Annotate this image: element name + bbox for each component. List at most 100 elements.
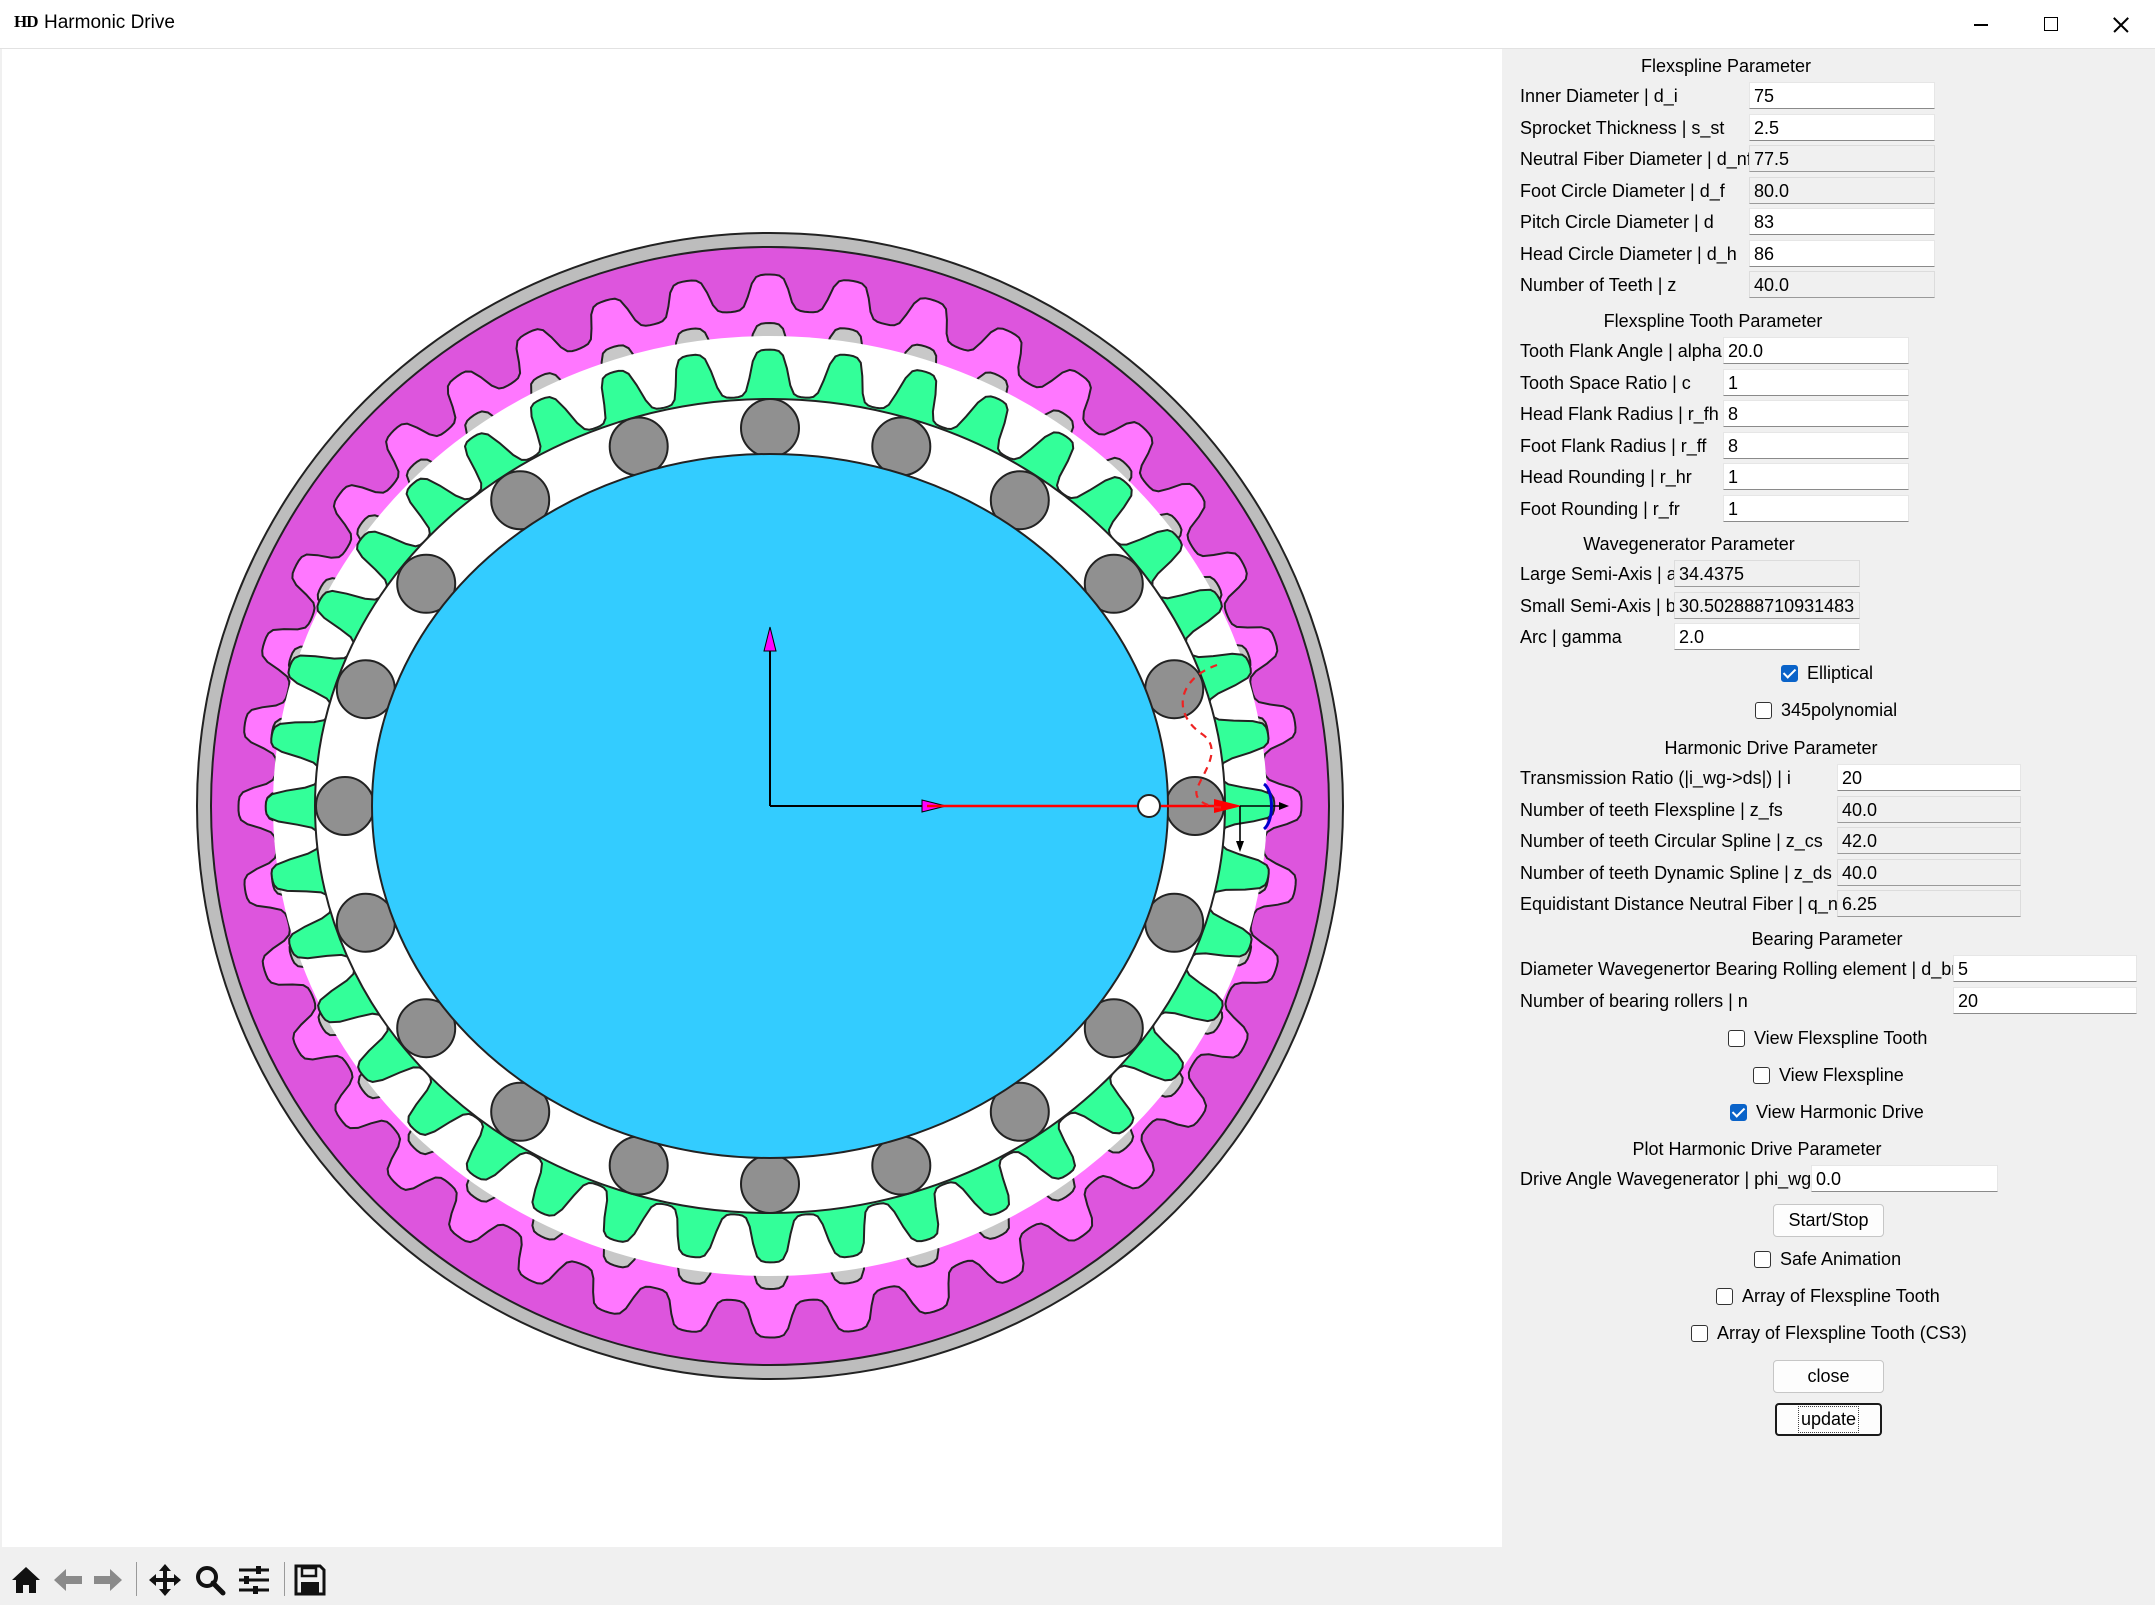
bearing-roller [335, 659, 396, 720]
bearing-roller [740, 1154, 800, 1214]
view-flexspline-checkbox[interactable]: View Flexspline [1753, 1065, 1904, 1086]
view-flexspline-label: View Flexspline [1779, 1065, 1904, 1085]
polynomial-label: 345polynomial [1781, 700, 1898, 720]
plot-canvas[interactable] [2, 49, 1502, 1547]
save-floppy-icon[interactable] [292, 1562, 328, 1598]
elliptical-check[interactable] [1781, 665, 1798, 682]
polynomial-check[interactable] [1755, 702, 1772, 719]
bearing-roller [1144, 892, 1205, 953]
view-flexspline-tooth-checkbox[interactable]: View Flexspline Tooth [1728, 1028, 1927, 1049]
minimize-button[interactable] [1945, 0, 2015, 48]
tooth-field-1[interactable]: 1 [1723, 369, 1909, 396]
toolbar-separator [284, 1562, 285, 1596]
close-label: close [1807, 1366, 1850, 1386]
home-icon[interactable] [8, 1562, 44, 1598]
array-flexspline-tooth-check[interactable] [1716, 1288, 1733, 1305]
bearing-field-0[interactable]: 5 [1953, 955, 2137, 982]
parameter-panel: Flexspline Parameter Flexspline Tooth Pa… [1505, 49, 2155, 1549]
toolbar-separator [136, 1562, 137, 1596]
zoom-magnifier-icon[interactable] [192, 1562, 228, 1598]
hd-field-3[interactable]: 40.0 [1837, 859, 2021, 886]
array-flexspline-tooth-cs3-check[interactable] [1691, 1325, 1708, 1342]
update-label: update [1797, 1406, 1860, 1433]
hd-field-1[interactable]: 40.0 [1837, 796, 2021, 823]
back-arrow-icon[interactable] [50, 1562, 86, 1598]
flexspline-field-4[interactable]: 83 [1749, 208, 1935, 235]
plot-parameter-heading: Plot Harmonic Drive Parameter [1632, 1139, 1882, 1159]
close-button[interactable]: close [1773, 1360, 1884, 1393]
flexspline-field-0[interactable]: 75 [1749, 82, 1935, 109]
tooth-field-0[interactable]: 20.0 [1723, 337, 1909, 364]
start-stop-button[interactable]: Start/Stop [1773, 1204, 1884, 1237]
array-flexspline-tooth-label: Array of Flexspline Tooth [1742, 1286, 1940, 1306]
bearing-roller [871, 1135, 932, 1196]
array-flexspline-tooth-checkbox[interactable]: Array of Flexspline Tooth [1716, 1286, 1940, 1307]
tooth-label-5: Foot Rounding | r_fr [1520, 499, 1680, 519]
flexspline-field-3[interactable]: 80.0 [1749, 177, 1935, 204]
elliptical-checkbox[interactable]: Elliptical [1781, 663, 1873, 684]
bearing-roller [740, 398, 800, 458]
view-flexspline-tooth-label: View Flexspline Tooth [1754, 1028, 1928, 1048]
flexspline-label-0: Inner Diameter | d_i [1520, 86, 1678, 106]
flexspline-field-5[interactable]: 86 [1749, 240, 1935, 267]
hd-label-0: Transmission Ratio (|i_wg->ds|) | i [1520, 768, 1791, 788]
bearing-roller [608, 1135, 669, 1196]
bearing-roller [608, 416, 669, 477]
harmonic-drive-drawing [196, 232, 1344, 1380]
bearing-roller [335, 892, 396, 953]
tooth-field-2[interactable]: 8 [1723, 400, 1909, 427]
forward-arrow-icon[interactable] [90, 1562, 126, 1598]
hd-field-4[interactable]: 6.25 [1837, 890, 2021, 917]
bearing-roller [1144, 659, 1205, 720]
flexspline-label-2: Neutral Fiber Diameter | d_nf [1520, 149, 1752, 169]
bearing-field-1[interactable]: 20 [1953, 987, 2137, 1014]
flexspline-field-1[interactable]: 2.5 [1749, 114, 1935, 141]
tooth-label-0: Tooth Flank Angle | alpha [1520, 341, 1722, 361]
flexspline-label-3: Foot Circle Diameter | d_f [1520, 181, 1725, 201]
tooth-field-5[interactable]: 1 [1723, 495, 1909, 522]
tooth-label-1: Tooth Space Ratio | c [1520, 373, 1691, 393]
wavegen-field-1[interactable]: 30.502888710931483 [1674, 592, 1860, 619]
harmonic-drive-heading: Harmonic Drive Parameter [1664, 738, 1878, 758]
safe-animation-check[interactable] [1754, 1251, 1771, 1268]
wavegen-label-1: Small Semi-Axis | b [1520, 596, 1676, 616]
view-harmonic-drive-label: View Harmonic Drive [1756, 1102, 1924, 1122]
bearing-label-1: Number of bearing rollers | n [1520, 991, 1748, 1011]
pan-move-icon[interactable] [147, 1562, 183, 1598]
wavegen-field-0[interactable]: 34.4375 [1674, 560, 1860, 587]
flexspline-label-6: Number of Teeth | z [1520, 275, 1677, 295]
tooth-label-2: Head Flank Radius | r_fh [1520, 404, 1719, 424]
hd-field-0[interactable]: 20 [1837, 764, 2021, 791]
view-harmonic-drive-check[interactable] [1730, 1104, 1747, 1121]
tooth-label-4: Head Rounding | r_hr [1520, 467, 1692, 487]
hd-label-3: Number of teeth Dynamic Spline | z_ds [1520, 863, 1832, 883]
array-flexspline-tooth-cs3-label: Array of Flexspline Tooth (CS3) [1717, 1323, 1967, 1343]
view-harmonic-drive-checkbox[interactable]: View Harmonic Drive [1730, 1102, 1924, 1123]
bearing-label-0: Diameter Wavegenertor Bearing Rolling el… [1520, 959, 1958, 979]
flexspline-parameter-heading: Flexspline Parameter [1640, 56, 1812, 76]
window-title: Harmonic Drive [44, 12, 175, 33]
flexspline-label-5: Head Circle Diameter | d_h [1520, 244, 1737, 264]
hd-field-2[interactable]: 42.0 [1837, 827, 2021, 854]
close-window-button[interactable] [2085, 0, 2155, 48]
polynomial-checkbox[interactable]: 345polynomial [1755, 700, 1897, 721]
view-flexspline-check[interactable] [1753, 1067, 1770, 1084]
wavegen-field-2[interactable]: 2.0 [1674, 623, 1860, 650]
update-button[interactable]: update [1775, 1403, 1882, 1436]
safe-animation-checkbox[interactable]: Safe Animation [1754, 1249, 1901, 1270]
bearing-roller [315, 776, 375, 836]
flexspline-field-2[interactable]: 77.5 [1749, 145, 1935, 172]
drive-angle-field[interactable]: 0.0 [1811, 1165, 1998, 1192]
configure-subplots-icon[interactable] [236, 1562, 272, 1598]
array-flexspline-tooth-cs3-checkbox[interactable]: Array of Flexspline Tooth (CS3) [1691, 1323, 1967, 1344]
tooth-label-3: Foot Flank Radius | r_ff [1520, 436, 1707, 456]
elliptical-label: Elliptical [1807, 663, 1874, 683]
start-stop-label: Start/Stop [1788, 1210, 1869, 1230]
hd-label-4: Equidistant Distance Neutral Fiber | q_n… [1520, 894, 1843, 914]
maximize-button[interactable] [2015, 0, 2085, 48]
tooth-field-3[interactable]: 8 [1723, 432, 1909, 459]
view-flexspline-tooth-check[interactable] [1728, 1030, 1745, 1047]
hd-label-1: Number of teeth Flexspline | z_fs [1520, 800, 1783, 820]
flexspline-field-6[interactable]: 40.0 [1749, 271, 1935, 298]
tooth-field-4[interactable]: 1 [1723, 463, 1909, 490]
